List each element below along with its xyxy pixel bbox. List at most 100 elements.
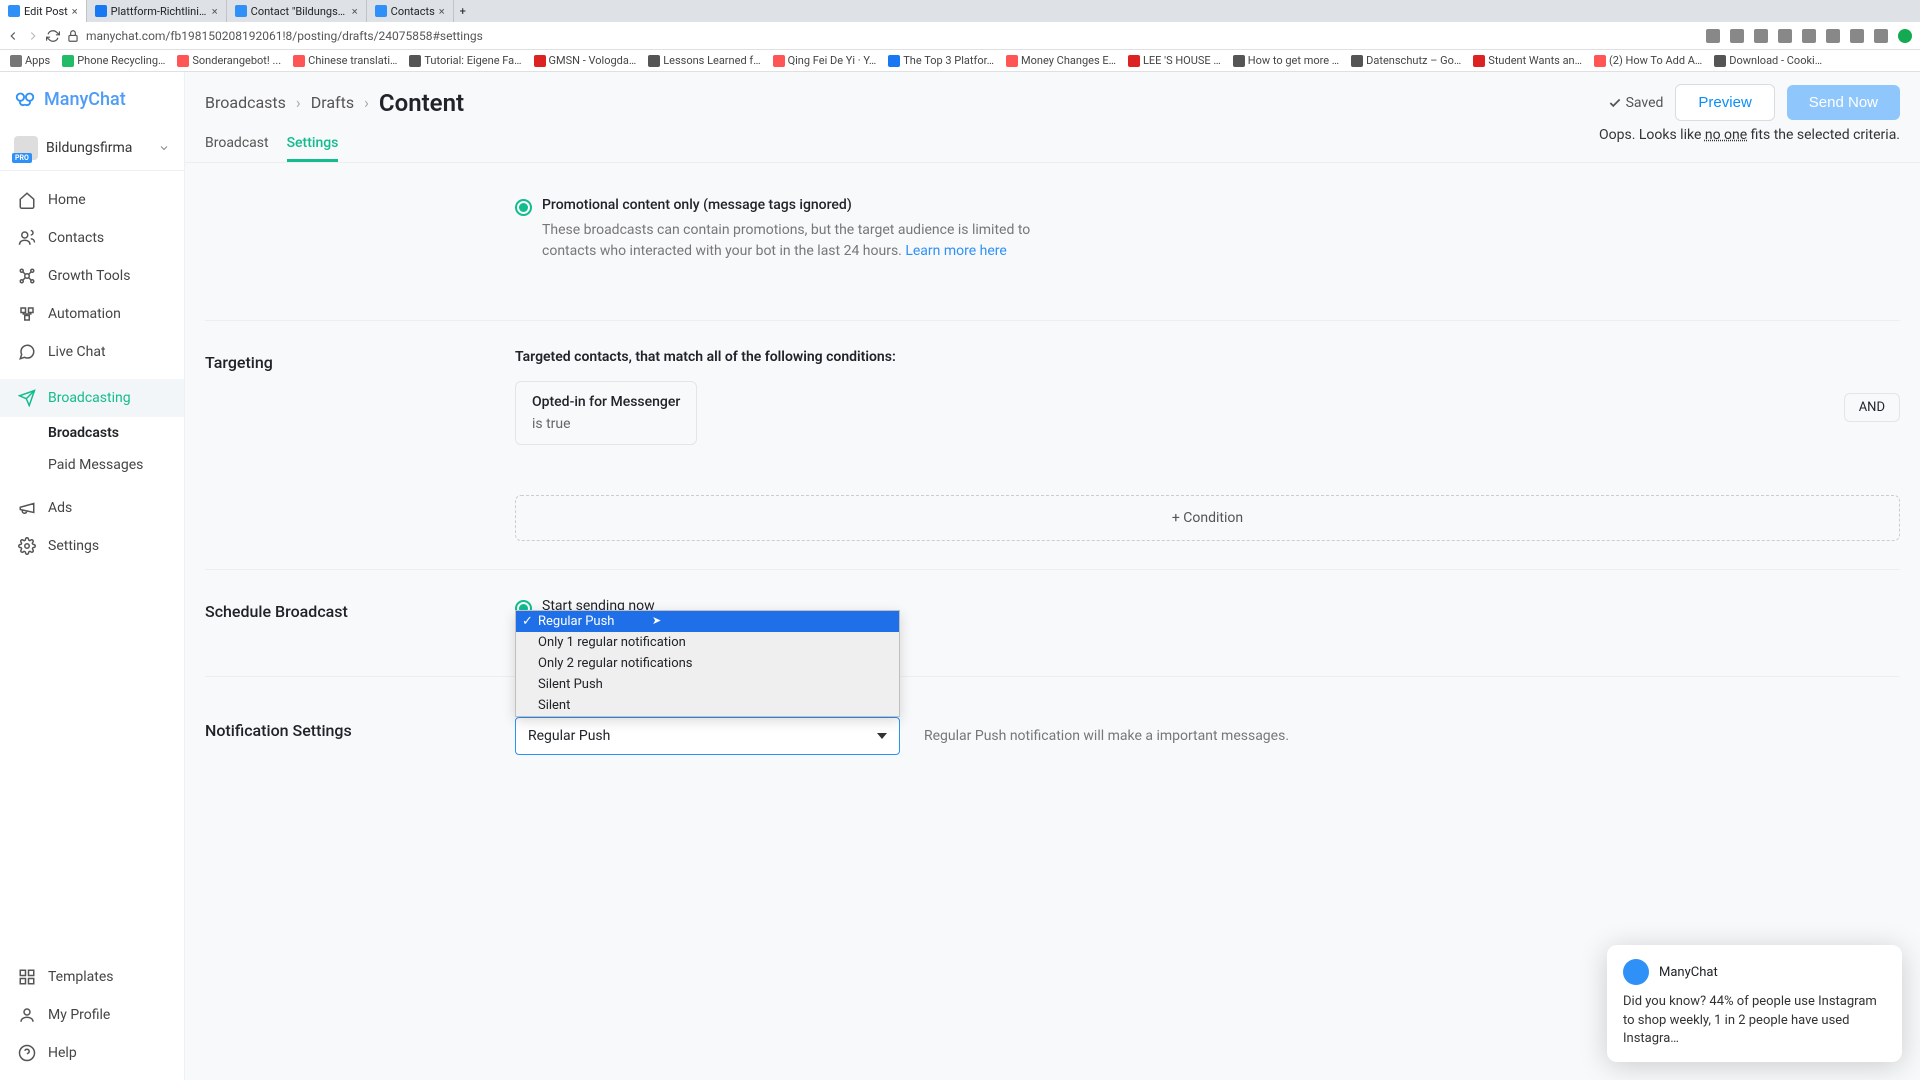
notification-select[interactable]: Regular Push — [515, 717, 900, 755]
bookmarks-bar: Apps Phone Recycling… Sonderangebot! ... Ch… — [0, 50, 1920, 72]
page-title: Content — [379, 89, 464, 117]
bookmark-item[interactable]: How to get more … — [1229, 54, 1343, 67]
growth-icon — [18, 267, 36, 285]
toast-notification[interactable]: ManyChat Did you know? 44% of people use… — [1607, 945, 1902, 1062]
extension-icon[interactable] — [1706, 29, 1720, 43]
section-title-targeting: Targeting — [205, 353, 515, 372]
bookmark-item[interactable]: Phone Recycling… — [58, 54, 169, 67]
browser-tab[interactable]: Edit Post× — [0, 0, 87, 22]
bookmark-item[interactable]: LEE 'S HOUSE … — [1124, 54, 1225, 67]
breadcrumb[interactable]: Broadcasts — [205, 93, 286, 112]
bookmark-item[interactable]: Tutorial: Eigene Fa… — [405, 54, 525, 67]
header: Broadcasts › Drafts › Content Saved Prev… — [185, 72, 1920, 121]
extension-icon[interactable] — [1730, 29, 1744, 43]
nav-automation[interactable]: Automation — [0, 295, 184, 333]
nav-ads[interactable]: Ads — [0, 489, 184, 527]
profile-icon — [18, 1006, 36, 1024]
chevron-down-icon — [158, 142, 170, 154]
condition-value: is true — [532, 416, 680, 432]
back-icon[interactable] — [6, 29, 20, 43]
dropdown-option[interactable]: Silent — [516, 695, 899, 716]
dropdown-option[interactable]: Silent Push — [516, 674, 899, 695]
bookmark-item[interactable]: (2) How To Add A… — [1590, 54, 1706, 67]
extension-icon[interactable] — [1826, 29, 1840, 43]
check-icon — [1608, 96, 1622, 110]
saved-status: Saved — [1608, 95, 1664, 111]
templates-icon — [18, 968, 36, 986]
tab-favicon — [8, 5, 20, 17]
bookmark-favicon — [10, 55, 22, 67]
add-tab-button[interactable]: + — [454, 5, 472, 18]
dropdown-option[interactable]: Only 1 regular notification — [516, 632, 899, 653]
bookmark-item[interactable]: The Top 3 Platfor… — [884, 54, 998, 67]
bookmark-item[interactable]: Datenschutz – Go… — [1347, 54, 1465, 67]
broadcasting-icon — [18, 389, 36, 407]
nav-settings[interactable]: Settings — [0, 527, 184, 565]
url-field[interactable]: manychat.com/fb198150208192061!8/posting… — [86, 29, 1698, 43]
tab-settings[interactable]: Settings — [287, 127, 339, 162]
condition-pill[interactable]: Opted-in for Messenger is true — [515, 381, 697, 445]
lock-icon — [66, 29, 80, 43]
bookmark-favicon — [648, 55, 660, 67]
bookmark-favicon — [888, 55, 900, 67]
account-switcher[interactable]: PRO Bildungsfirma — [0, 126, 184, 171]
bookmark-favicon — [1351, 55, 1363, 67]
close-icon[interactable]: × — [352, 5, 358, 18]
extension-icon[interactable] — [1754, 29, 1768, 43]
profile-avatar[interactable] — [1898, 29, 1912, 43]
close-icon[interactable]: × — [72, 5, 78, 18]
bookmark-favicon — [409, 55, 421, 67]
extension-icon[interactable] — [1850, 29, 1864, 43]
close-icon[interactable]: × — [212, 5, 218, 18]
bookmark-item[interactable]: Student Wants an… — [1469, 54, 1586, 67]
bookmark-item[interactable]: Sonderangebot! ... — [173, 54, 285, 67]
nav-help[interactable]: Help — [0, 1034, 184, 1072]
bookmark-favicon — [177, 55, 189, 67]
send-now-button[interactable]: Send Now — [1787, 85, 1900, 120]
targeting-header: Targeted contacts, that match all of the… — [515, 349, 1900, 365]
browser-tab[interactable]: Contacts× — [367, 0, 454, 22]
breadcrumb[interactable]: Drafts — [311, 93, 354, 112]
nav-growth[interactable]: Growth Tools — [0, 257, 184, 295]
chevron-right-icon: › — [296, 93, 301, 112]
toast-title: ManyChat — [1659, 965, 1718, 980]
logic-and-chip[interactable]: AND — [1844, 393, 1900, 422]
add-condition-button[interactable]: + Condition — [515, 495, 1900, 541]
tab-broadcast[interactable]: Broadcast — [205, 127, 269, 162]
nav-livechat[interactable]: Live Chat — [0, 333, 184, 371]
nav-sub-broadcasts[interactable]: Broadcasts — [0, 417, 184, 449]
bookmark-favicon — [1473, 55, 1485, 67]
home-icon — [18, 191, 36, 209]
toast-body: Did you know? 44% of people use Instagra… — [1623, 993, 1886, 1048]
notification-dropdown: Regular Push➤ Only 1 regular notificatio… — [515, 610, 900, 717]
reload-icon[interactable] — [46, 29, 60, 43]
radio-promotional[interactable] — [515, 199, 532, 216]
browser-tab[interactable]: Plattform-Richtlinien – Übersi…× — [87, 0, 227, 22]
bookmark-item[interactable]: GMSN - Vologda… — [530, 54, 641, 67]
bookmark-item[interactable]: Money Changes E… — [1002, 54, 1120, 67]
learn-more-link[interactable]: Learn more here — [905, 243, 1006, 259]
nav-sub-paid[interactable]: Paid Messages — [0, 449, 184, 481]
tab-favicon — [375, 5, 387, 17]
browser-tab[interactable]: Contact "Bildungsfirma" throu…× — [227, 0, 367, 22]
nav-home[interactable]: Home — [0, 181, 184, 219]
brand[interactable]: ManyChat — [0, 72, 184, 126]
nav-profile[interactable]: My Profile — [0, 996, 184, 1034]
nav-templates[interactable]: Templates — [0, 958, 184, 996]
nav-broadcasting[interactable]: Broadcasting — [0, 379, 184, 417]
close-icon[interactable]: × — [439, 5, 445, 18]
bookmark-item[interactable]: Apps — [6, 54, 54, 67]
extension-icon[interactable] — [1874, 29, 1888, 43]
bookmark-item[interactable]: Download - Cooki… — [1710, 54, 1826, 67]
dropdown-option[interactable]: Regular Push➤ — [516, 611, 899, 632]
bookmark-item[interactable]: Chinese translati… — [289, 54, 401, 67]
forward-icon[interactable] — [26, 29, 40, 43]
preview-button[interactable]: Preview — [1675, 84, 1774, 121]
bookmark-item[interactable]: Lessons Learned f… — [644, 54, 764, 67]
account-name: Bildungsfirma — [46, 140, 150, 156]
dropdown-option[interactable]: Only 2 regular notifications — [516, 653, 899, 674]
bookmark-item[interactable]: Qing Fei De Yi · Y… — [769, 54, 881, 67]
extension-icon[interactable] — [1778, 29, 1792, 43]
nav-contacts[interactable]: Contacts — [0, 219, 184, 257]
extension-icon[interactable] — [1802, 29, 1816, 43]
